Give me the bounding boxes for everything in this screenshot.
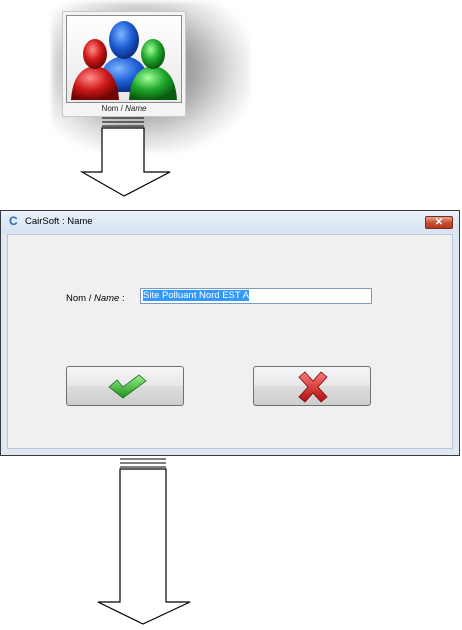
- name-input-value: Site Polluant Nord EST A: [143, 290, 249, 301]
- red-cross-icon: [298, 371, 328, 403]
- close-icon: ✕: [434, 217, 444, 228]
- down-arrow-icon: [97, 458, 191, 625]
- name-label: Nom / Name :: [66, 293, 125, 304]
- cairsoft-logo-icon: C: [9, 214, 18, 228]
- users-group-icon: [66, 15, 182, 103]
- name-dialog: C CairSoft : Name ✕ Nom / Name : Site Po…: [0, 210, 460, 456]
- checkmark-icon: [108, 374, 147, 399]
- name-input[interactable]: Site Polluant Nord EST A: [140, 288, 372, 304]
- name-tool-tile[interactable]: Nom / Name: [62, 11, 186, 117]
- window-title: CairSoft : Name: [25, 216, 93, 227]
- tile-caption: Nom / Name: [101, 104, 147, 113]
- title-bar[interactable]: C CairSoft : Name ✕: [1, 211, 459, 233]
- ok-button[interactable]: [66, 366, 184, 406]
- down-arrow-icon: [80, 117, 171, 197]
- close-button[interactable]: ✕: [425, 216, 453, 229]
- cancel-button[interactable]: [253, 366, 371, 406]
- dialog-body: Nom / Name : Site Polluant Nord EST A: [7, 234, 453, 449]
